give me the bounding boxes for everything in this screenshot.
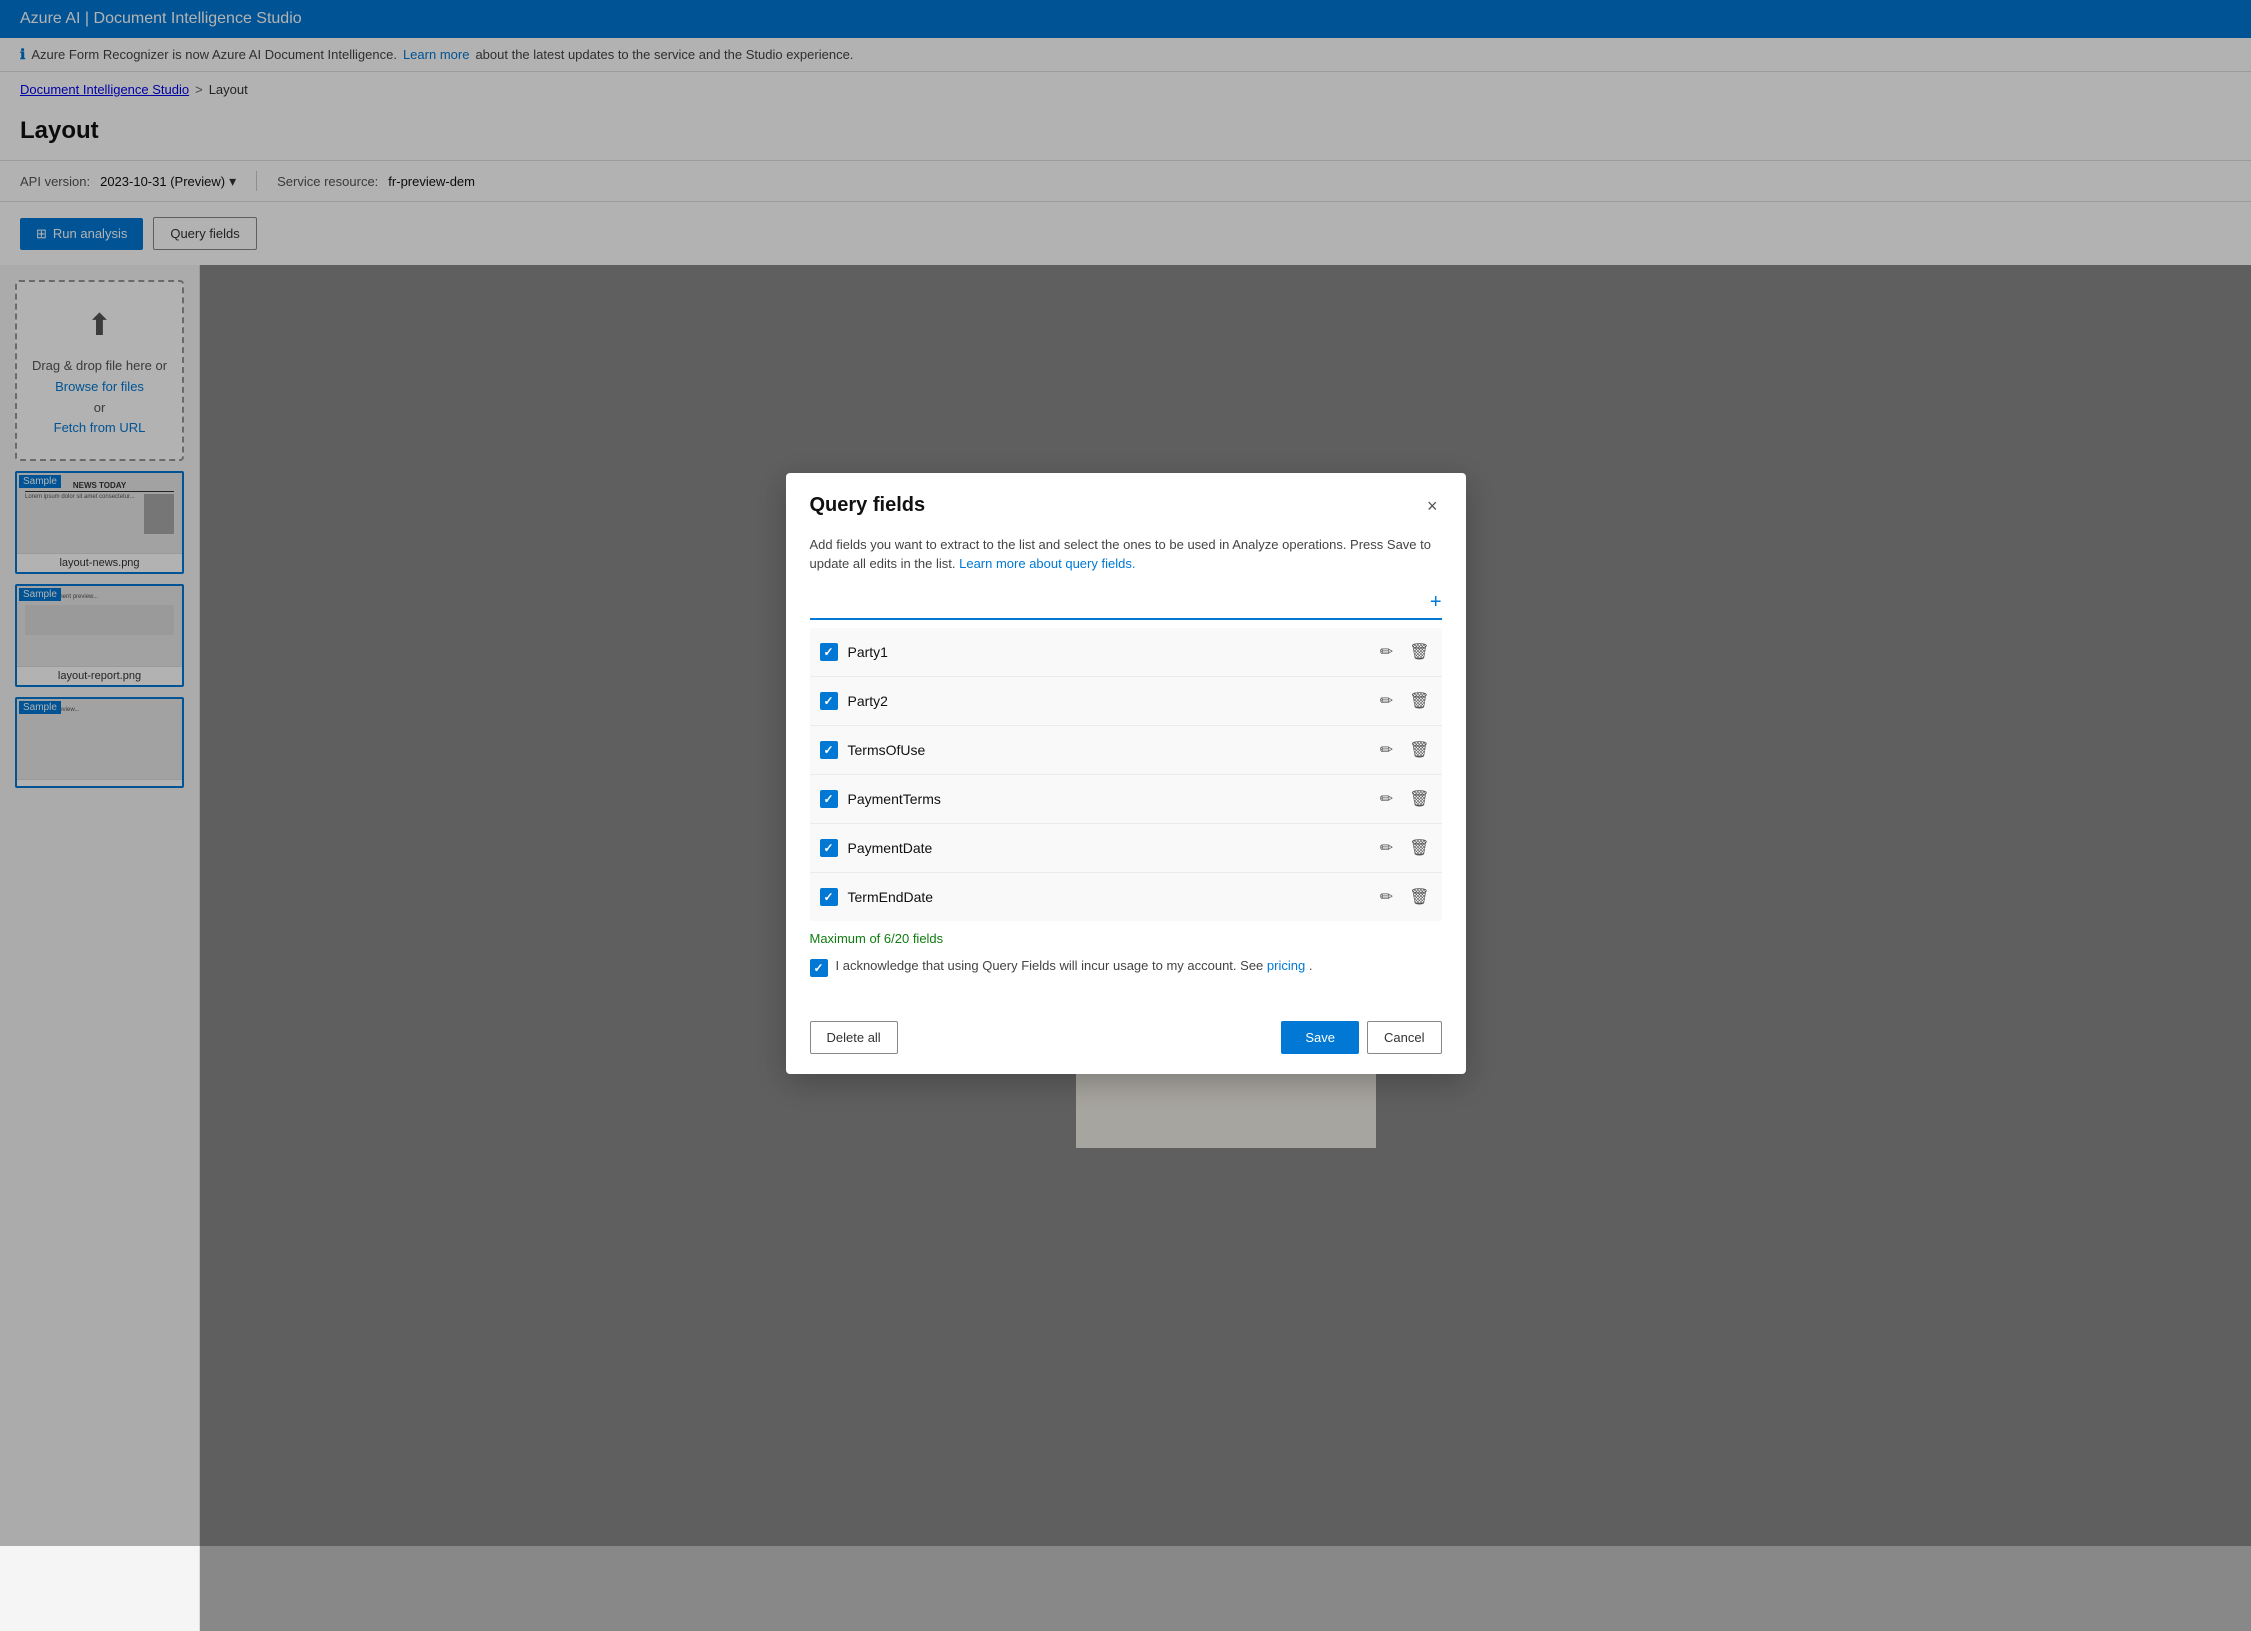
field-actions-party1: ✏ 🗑 <box>1378 640 1432 664</box>
modal-description: Add fields you want to extract to the li… <box>810 535 1442 574</box>
field-actions-party2: ✏ 🗑 <box>1378 689 1432 713</box>
add-field-input[interactable] <box>810 590 1430 614</box>
fields-status: Maximum of 6/20 fields <box>810 931 1442 946</box>
field-delete-termsofuse[interactable]: 🗑 <box>1407 738 1431 762</box>
field-item-party1: ✓ Party1 ✏ 🗑 <box>810 628 1442 677</box>
field-checkbox-paymentdate[interactable]: ✓ <box>820 839 838 857</box>
modal-title: Query fields <box>810 494 926 517</box>
field-actions-paymentdate: ✏ 🗑 <box>1378 836 1432 860</box>
fields-list: ✓ Party1 ✏ 🗑 ✓ Party2 ✏ 🗑 <box>810 628 1442 921</box>
field-actions-termenddate: ✏ 🗑 <box>1378 885 1432 909</box>
field-name-termsofuse: TermsOfUse <box>848 742 1368 758</box>
modal-footer: Delete all Save Cancel <box>786 1009 1466 1074</box>
field-item-paymentdate: ✓ PaymentDate ✏ 🗑 <box>810 824 1442 873</box>
modal-body: Add fields you want to extract to the li… <box>786 535 1466 1009</box>
field-name-party2: Party2 <box>848 693 1368 709</box>
field-item-termenddate: ✓ TermEndDate ✏ 🗑 <box>810 873 1442 921</box>
modal-header: Query fields × <box>786 473 1466 535</box>
ack-text: I acknowledge that using Query Fields wi… <box>836 958 1313 973</box>
field-checkbox-party1[interactable]: ✓ <box>820 643 838 661</box>
checkmark-icon: ✓ <box>823 841 833 855</box>
modal-close-button[interactable]: × <box>1423 493 1442 519</box>
pricing-link[interactable]: pricing <box>1267 958 1305 973</box>
field-edit-party2[interactable]: ✏ <box>1378 689 1395 713</box>
field-item-termsofuse: ✓ TermsOfUse ✏ 🗑 <box>810 726 1442 775</box>
save-button[interactable]: Save <box>1281 1021 1359 1054</box>
field-item-party2: ✓ Party2 ✏ 🗑 <box>810 677 1442 726</box>
field-delete-termenddate[interactable]: 🗑 <box>1407 885 1431 909</box>
checkmark-icon: ✓ <box>823 792 833 806</box>
field-delete-party1[interactable]: 🗑 <box>1407 640 1431 664</box>
checkmark-icon: ✓ <box>823 743 833 757</box>
cancel-button[interactable]: Cancel <box>1367 1021 1441 1054</box>
add-field-button[interactable]: + <box>1430 592 1442 612</box>
footer-right: Save Cancel <box>1281 1021 1441 1054</box>
field-delete-paymentdate[interactable]: 🗑 <box>1407 836 1431 860</box>
modal-overlay: Query fields × Add fields you want to ex… <box>0 0 2251 1546</box>
field-name-termenddate: TermEndDate <box>848 889 1368 905</box>
checkmark-icon: ✓ <box>823 694 833 708</box>
field-edit-party1[interactable]: ✏ <box>1378 640 1395 664</box>
field-checkbox-paymentterms[interactable]: ✓ <box>820 790 838 808</box>
delete-all-button[interactable]: Delete all <box>810 1021 898 1054</box>
field-name-paymentdate: PaymentDate <box>848 840 1368 856</box>
query-fields-modal: Query fields × Add fields you want to ex… <box>786 473 1466 1074</box>
field-actions-termsofuse: ✏ 🗑 <box>1378 738 1432 762</box>
field-checkbox-party2[interactable]: ✓ <box>820 692 838 710</box>
field-actions-paymentterms: ✏ 🗑 <box>1378 787 1432 811</box>
field-name-party1: Party1 <box>848 644 1368 660</box>
field-edit-termenddate[interactable]: ✏ <box>1378 885 1395 909</box>
field-item-paymentterms: ✓ PaymentTerms ✏ 🗑 <box>810 775 1442 824</box>
field-edit-paymentterms[interactable]: ✏ <box>1378 787 1395 811</box>
field-checkbox-termenddate[interactable]: ✓ <box>820 888 838 906</box>
ack-row: ✓ I acknowledge that using Query Fields … <box>810 958 1442 977</box>
checkmark-icon: ✓ <box>823 890 833 904</box>
ack-checkmark-icon: ✓ <box>813 961 823 975</box>
ack-checkbox[interactable]: ✓ <box>810 959 828 977</box>
add-field-row: + <box>810 590 1442 620</box>
field-delete-paymentterms[interactable]: 🗑 <box>1407 787 1431 811</box>
field-delete-party2[interactable]: 🗑 <box>1407 689 1431 713</box>
field-edit-paymentdate[interactable]: ✏ <box>1378 836 1395 860</box>
checkmark-icon: ✓ <box>823 645 833 659</box>
field-checkbox-termsofuse[interactable]: ✓ <box>820 741 838 759</box>
learn-more-query-fields-link[interactable]: Learn more about query fields. <box>959 556 1135 571</box>
field-edit-termsofuse[interactable]: ✏ <box>1378 738 1395 762</box>
field-name-paymentterms: PaymentTerms <box>848 791 1368 807</box>
